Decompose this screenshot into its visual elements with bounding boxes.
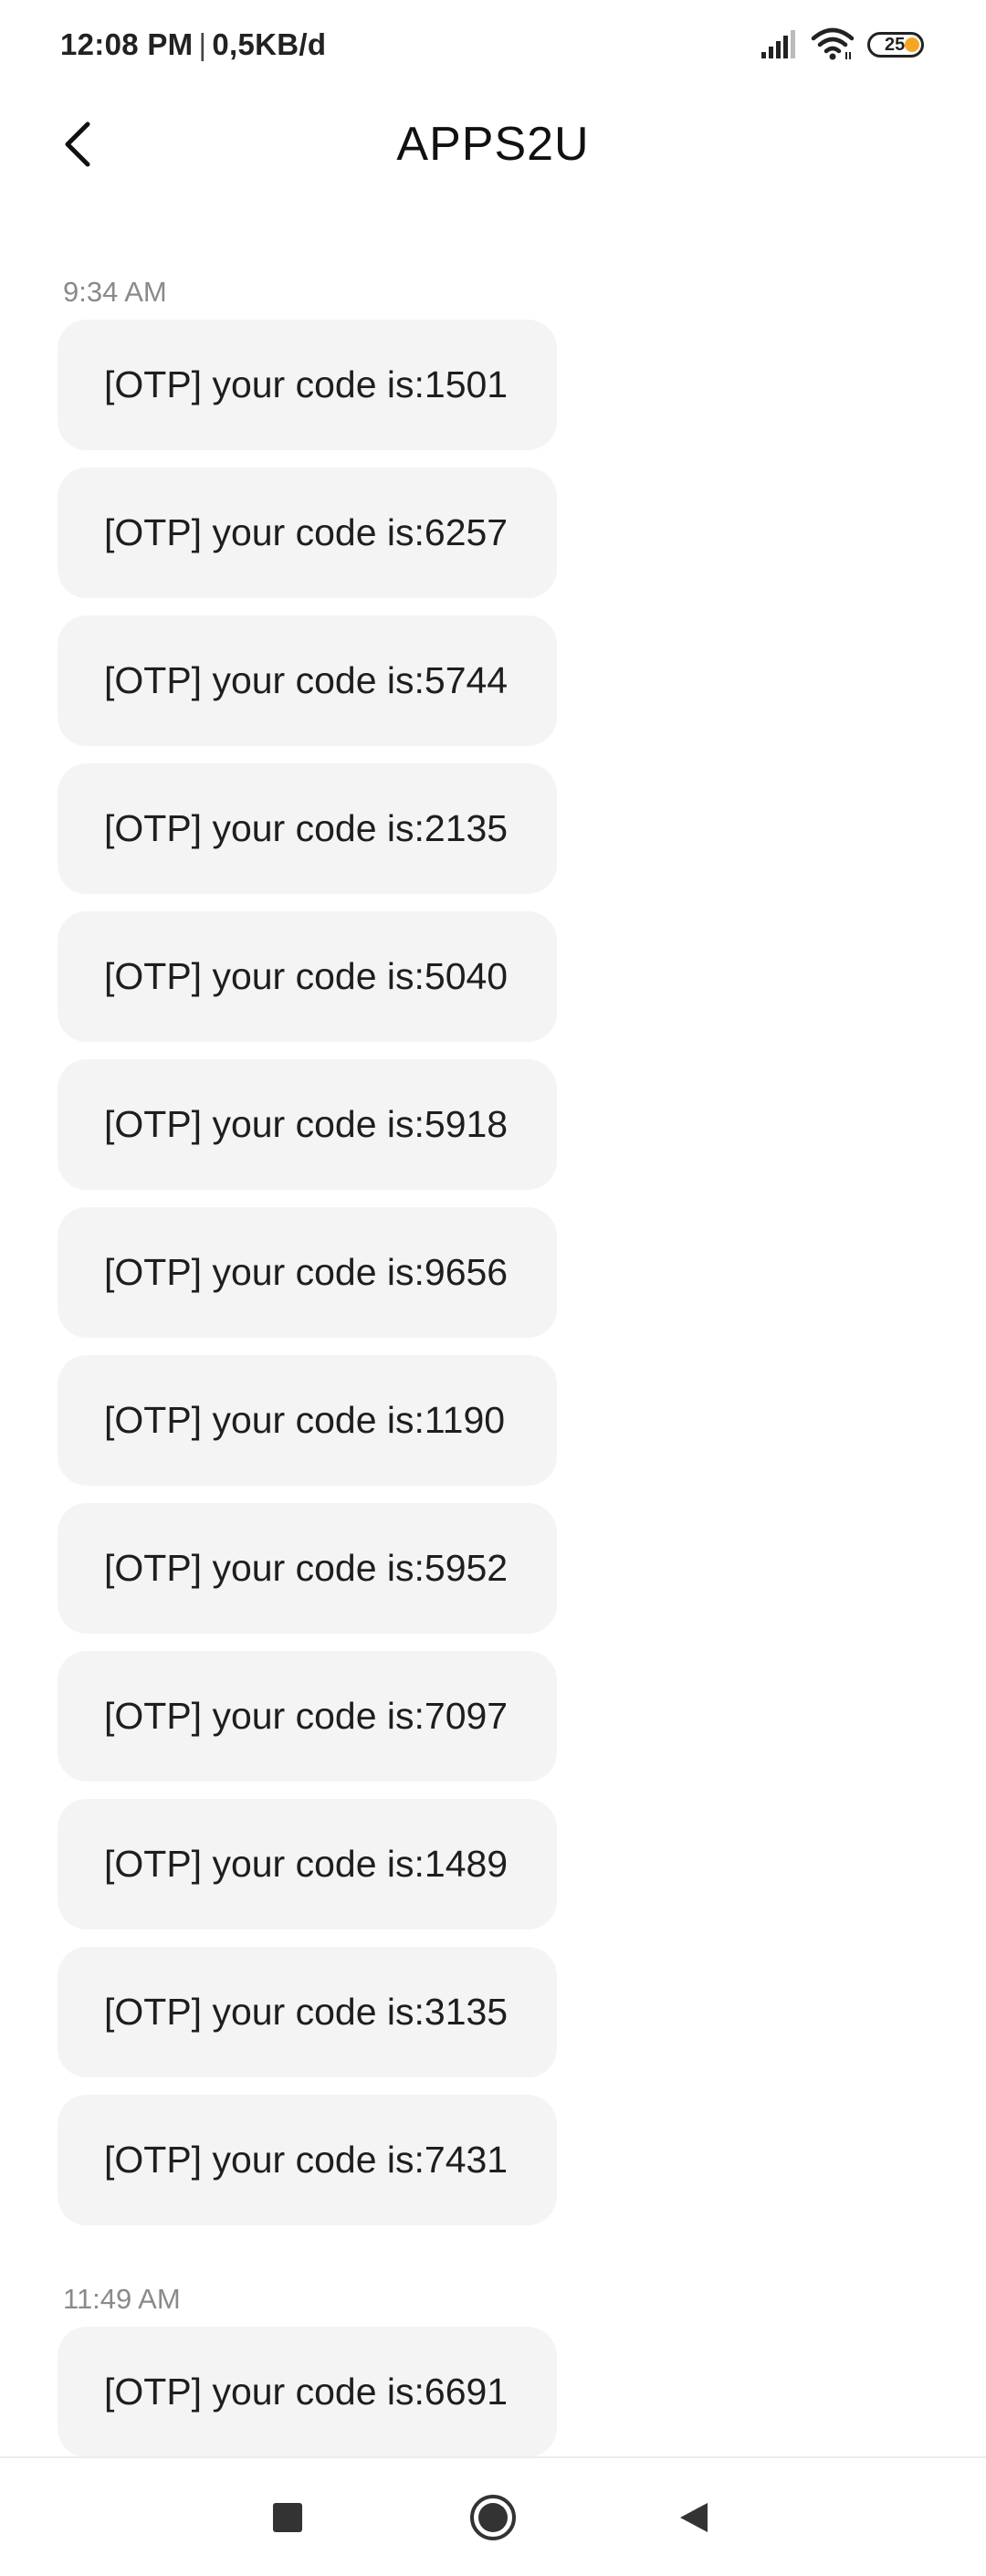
message-bubble[interactable]: [OTP] your code is:1501 — [58, 320, 557, 450]
message-bubble[interactable]: [OTP] your code is:7431 — [58, 2095, 557, 2225]
battery-level: 25 — [885, 35, 906, 55]
message-bubble[interactable]: [OTP] your code is:3135 — [58, 1947, 557, 2077]
home-button[interactable] — [461, 2486, 525, 2550]
status-time-group: 12:08 PM | 0,5KB/d — [60, 27, 326, 62]
message-bubble[interactable]: [OTP] your code is:6257 — [58, 468, 557, 598]
system-nav-bar — [0, 2456, 986, 2576]
signal-icon — [761, 30, 795, 58]
status-bar: 12:08 PM | 0,5KB/d 25 — [0, 0, 986, 91]
nav-back-button[interactable] — [662, 2486, 726, 2550]
message-bubble[interactable]: [OTP] your code is:1489 — [58, 1799, 557, 1929]
message-bubble[interactable]: [OTP] your code is:5744 — [58, 615, 557, 746]
page-title: APPS2U — [396, 118, 590, 171]
timestamp: 9:34 AM — [63, 276, 167, 308]
status-time: 12:08 PM — [60, 27, 194, 61]
message-bubble[interactable]: [OTP] your code is:5918 — [58, 1059, 557, 1190]
recents-button[interactable] — [256, 2486, 320, 2550]
message-thread[interactable]: 9:34 AM [OTP] your code is:1501 [OTP] yo… — [0, 210, 986, 2456]
message-bubble[interactable]: [OTP] your code is:7097 — [58, 1651, 557, 1782]
message-bubble[interactable]: [OTP] your code is:5040 — [58, 911, 557, 1042]
battery-saver-dot — [905, 37, 919, 52]
network-speed: 0,5KB/d — [212, 27, 327, 61]
home-circle-icon — [470, 2495, 516, 2540]
message-bubble[interactable]: [OTP] your code is:9656 — [58, 1207, 557, 1338]
header: APPS2U — [0, 91, 986, 210]
wifi-icon — [811, 27, 855, 60]
message-bubble[interactable]: [OTP] your code is:5952 — [58, 1503, 557, 1634]
message-bubble[interactable]: [OTP] your code is:2135 — [58, 763, 557, 894]
back-triangle-icon — [680, 2503, 708, 2532]
status-separator: | — [198, 27, 207, 61]
message-bubble[interactable]: [OTP] your code is:1190 — [58, 1355, 557, 1486]
timestamp: 11:49 AM — [63, 2283, 181, 2315]
recents-square-icon — [273, 2503, 302, 2532]
battery-icon: 25 — [867, 32, 924, 58]
message-bubble[interactable]: [OTP] your code is:6691 — [58, 2327, 557, 2456]
